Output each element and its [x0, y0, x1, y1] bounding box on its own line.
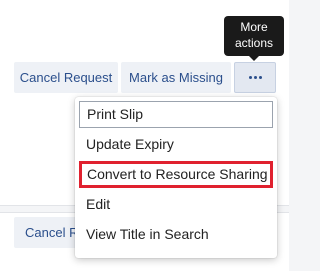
- more-actions-menu: Print Slip Update Expiry Convert to Reso…: [75, 97, 277, 258]
- menu-item-print-slip[interactable]: Print Slip: [79, 101, 273, 128]
- tooltip-arrow: [248, 55, 260, 61]
- menu-item-edit[interactable]: Edit: [79, 191, 273, 218]
- menu-item-view-title-in-search[interactable]: View Title in Search: [79, 221, 273, 248]
- cancel-request-button[interactable]: Cancel Request: [14, 62, 118, 93]
- menu-item-convert-to-resource-sharing[interactable]: Convert to Resource Sharing: [79, 161, 273, 188]
- mark-as-missing-button[interactable]: Mark as Missing: [121, 62, 231, 93]
- cancel-request-button-next[interactable]: Cancel Re: [14, 217, 84, 248]
- more-actions-tooltip: More actions: [224, 16, 284, 56]
- ellipsis-icon: [248, 76, 262, 80]
- tooltip-line-1: More: [240, 20, 268, 34]
- tooltip-line-2: actions: [234, 36, 274, 50]
- screen: Cancel Request Mark as Missing Cancel Re…: [0, 0, 289, 271]
- more-actions-button[interactable]: [234, 62, 276, 93]
- menu-item-update-expiry[interactable]: Update Expiry: [79, 131, 273, 158]
